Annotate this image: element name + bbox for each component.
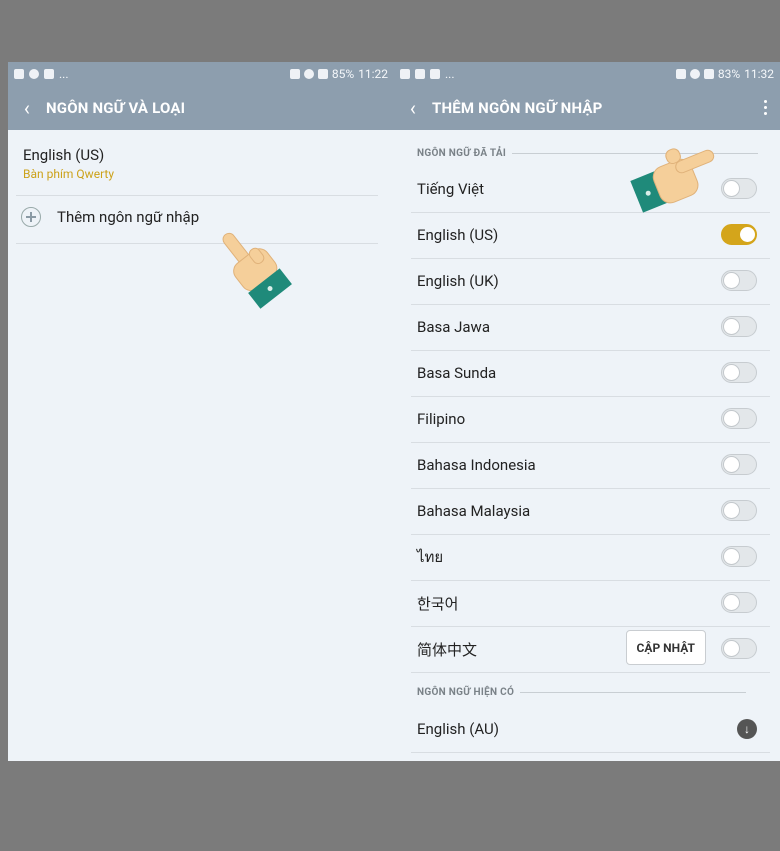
update-button[interactable]: CẬP NHẬT: [625, 630, 706, 665]
image-icon: [44, 68, 54, 79]
keyboard-type: Bàn phím Qwerty: [23, 167, 115, 181]
battery-level: 83%: [717, 66, 741, 81]
language-name: English (US): [417, 226, 499, 244]
right-screen: ... 83% 11:32 ‹ THÊM NGÔN NGỮ NHẬP NGÔN …: [394, 62, 780, 761]
language-row[interactable]: English (UK): [411, 258, 770, 305]
back-arrow-icon[interactable]: ‹: [394, 85, 432, 130]
signal-icon: [703, 68, 714, 79]
pointing-hand-icon: [222, 232, 292, 309]
language-name: Basa Sunda: [417, 364, 497, 382]
language-name: ไทย: [417, 548, 444, 566]
status-bar: ... 85% 11:22: [8, 62, 394, 85]
add-language-label: Thêm ngôn ngữ nhập: [57, 208, 200, 226]
wifi-icon: [303, 68, 314, 79]
section-header-available: NGÔN NGỮ HIỆN CÓ: [417, 687, 747, 698]
section-label: NGÔN NGỮ ĐÃ TẢI: [417, 148, 507, 159]
language-row[interactable]: 简体中文 CẬP NHẬT: [411, 626, 770, 673]
language-toggle[interactable]: [721, 408, 757, 429]
language-row[interactable]: Basa Jawa: [411, 304, 770, 351]
download-status-icon: [415, 68, 425, 79]
language-row[interactable]: Basa Sunda: [411, 350, 770, 397]
plus-icon: [21, 207, 41, 227]
facebook-icon: [14, 68, 24, 79]
messenger-icon: [29, 68, 39, 79]
facebook-icon: [430, 68, 440, 79]
language-row[interactable]: ไทย: [411, 534, 770, 581]
download-icon[interactable]: ↓: [737, 719, 757, 739]
language-toggle[interactable]: [721, 592, 757, 613]
language-name: English (UK): [417, 272, 499, 290]
available-language-row[interactable]: English (AU) ↓: [411, 706, 770, 753]
divider: [16, 243, 378, 244]
language-toggle[interactable]: [721, 362, 757, 383]
language-toggle[interactable]: [721, 316, 757, 337]
status-bar: ... 83% 11:32: [394, 62, 780, 85]
language-name: English (AU): [417, 720, 499, 738]
left-screen: ... 85% 11:22 ‹ NGÔN NGỮ VÀ LOẠI English…: [8, 62, 394, 761]
more-vert-icon[interactable]: [750, 100, 780, 115]
language-name: 简体中文: [417, 640, 478, 659]
app-bar: ‹ THÊM NGÔN NGỮ NHẬP: [394, 85, 780, 130]
language-name: Basa Jawa: [417, 318, 490, 336]
clock: 11:32: [744, 66, 774, 81]
language-toggle[interactable]: [721, 546, 757, 567]
section-label: NGÔN NGỮ HIỆN CÓ: [417, 687, 515, 698]
battery-level: 85%: [331, 66, 355, 81]
language-name: Tiếng Việt: [417, 180, 485, 198]
language-toggle[interactable]: [721, 500, 757, 521]
divider: [16, 195, 378, 196]
more-notifications: ...: [445, 66, 455, 81]
alarm-icon: [675, 68, 686, 79]
wifi-icon: [689, 68, 700, 79]
language-name: Bahasa Indonesia: [417, 456, 536, 474]
pointing-hand-icon: [630, 148, 715, 213]
language-toggle[interactable]: [721, 178, 757, 199]
image-icon: [400, 68, 410, 79]
clock: 11:22: [358, 66, 388, 81]
alarm-icon: [289, 68, 300, 79]
language-toggle[interactable]: [721, 638, 757, 659]
language-item-english-us[interactable]: English (US) Bàn phím Qwerty: [23, 146, 114, 181]
language-name: 한국어: [417, 594, 459, 613]
language-toggle[interactable]: [721, 454, 757, 475]
language-row[interactable]: Filipino: [411, 396, 770, 443]
page-title: NGÔN NGỮ VÀ LOẠI: [46, 98, 186, 117]
more-notifications: ...: [59, 66, 69, 81]
language-toggle[interactable]: [721, 224, 757, 245]
language-name: English (US): [23, 146, 105, 164]
signal-icon: [317, 68, 328, 79]
app-bar: ‹ NGÔN NGỮ VÀ LOẠI: [8, 85, 394, 130]
language-name: Filipino: [417, 410, 466, 428]
page-title: THÊM NGÔN NGỮ NHẬP: [432, 98, 603, 117]
language-row[interactable]: 한국어: [411, 580, 770, 627]
back-arrow-icon[interactable]: ‹: [8, 85, 46, 130]
add-language-button[interactable]: Thêm ngôn ngữ nhập: [21, 207, 199, 227]
language-row[interactable]: Bahasa Malaysia: [411, 488, 770, 535]
language-toggle[interactable]: [721, 270, 757, 291]
language-row[interactable]: Bahasa Indonesia: [411, 442, 770, 489]
language-name: Bahasa Malaysia: [417, 502, 531, 520]
